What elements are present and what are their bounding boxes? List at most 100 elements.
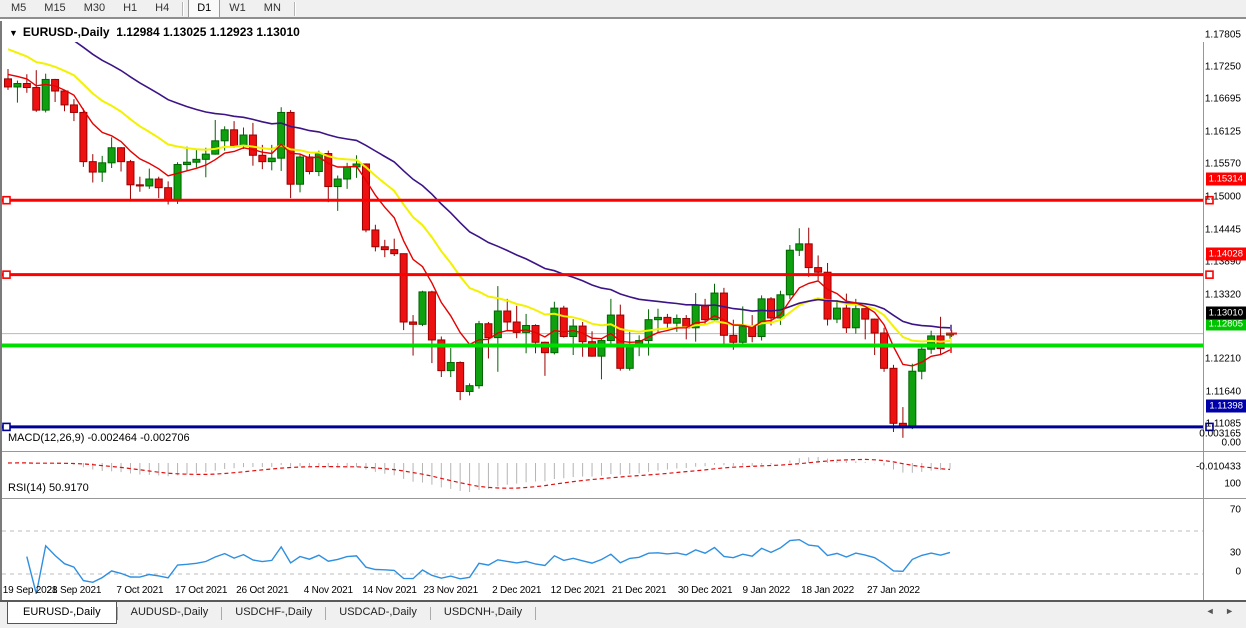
- price-axis-label: 1.11640: [1206, 386, 1241, 397]
- candle-body: [362, 164, 369, 230]
- line-anchor-square[interactable]: [1206, 271, 1213, 278]
- price-axis-label: 1.15000: [1205, 192, 1241, 203]
- date-axis-label: 28 Sep 2021: [47, 585, 102, 596]
- date-axis-label: 26 Oct 2021: [236, 585, 288, 596]
- date-axis-label: 17 Oct 2021: [175, 585, 227, 596]
- candle-body: [457, 363, 464, 392]
- candle-body: [118, 148, 125, 162]
- chart-tab-usdchfdaily[interactable]: USDCHF-,Daily: [222, 602, 325, 623]
- candle-body: [14, 83, 21, 86]
- timeframe-button-h4[interactable]: H4: [146, 0, 178, 18]
- ohlc-values: 1.12984 1.13025 1.12923 1.13010: [116, 25, 300, 39]
- tab-scroll-left-icon[interactable]: ◄: [1202, 606, 1219, 616]
- chart-canvas[interactable]: [0, 42, 1246, 621]
- price-axis-label: 1.17805: [1205, 30, 1241, 41]
- candle-body: [447, 363, 454, 371]
- chart-title: ▼ EURUSD-,Daily 1.12984 1.13025 1.12923 1…: [9, 25, 300, 39]
- chart-tab-usdcaddaily[interactable]: USDCAD-,Daily: [326, 602, 430, 623]
- candle-body: [909, 371, 916, 426]
- chart-window: [0, 21, 1246, 600]
- macd-axis-label: -0.010433: [1196, 462, 1241, 473]
- symbol-dropdown-icon[interactable]: ▼: [9, 28, 18, 38]
- timeframe-button-w1[interactable]: W1: [220, 0, 255, 18]
- timeframe-button-h1[interactable]: H1: [114, 0, 146, 18]
- candle-body: [410, 322, 417, 324]
- candle-body: [249, 135, 256, 155]
- candle-body: [523, 325, 530, 332]
- candle-body: [805, 244, 812, 268]
- candle-body: [325, 154, 332, 187]
- chart-tab-usdcnhdaily[interactable]: USDCNH-,Daily: [431, 602, 535, 623]
- candle-body: [334, 179, 341, 187]
- line-anchor-square[interactable]: [3, 271, 10, 278]
- candle-body: [664, 317, 671, 323]
- candle-body: [598, 341, 605, 357]
- candle-body: [758, 299, 765, 337]
- candle-body: [221, 130, 228, 141]
- price-axis-label: 1.14445: [1205, 224, 1241, 235]
- candle-body: [70, 105, 77, 113]
- timeframe-button-m5[interactable]: M5: [2, 0, 35, 18]
- timeframe-toolbar: M5M15M30H1H4 D1W1MN: [0, 0, 1246, 19]
- candle-body: [155, 179, 162, 188]
- candle-body: [871, 319, 878, 333]
- chart-tab-audusddaily[interactable]: AUDUSD-,Daily: [118, 602, 222, 623]
- candle-body: [202, 154, 209, 159]
- candle-body: [862, 309, 869, 319]
- date-axis-label: 2 Dec 2021: [492, 585, 541, 596]
- candle-body: [504, 311, 511, 322]
- price-axis-label: 1.16125: [1205, 127, 1241, 138]
- candle-body: [654, 317, 661, 319]
- date-axis-label: 23 Nov 2021: [423, 585, 478, 596]
- candle-body: [768, 299, 775, 318]
- chart-tab-bar: EURUSD-,DailyAUDUSD-,DailyUSDCHF-,DailyU…: [0, 600, 1246, 628]
- date-axis-label: 18 Jan 2022: [801, 585, 854, 596]
- toolbar-separator: [182, 2, 184, 16]
- candle-body: [259, 155, 266, 161]
- candle-body: [146, 179, 153, 186]
- rsi-axis-label: 100: [1224, 479, 1241, 490]
- line-anchor-square[interactable]: [3, 197, 10, 204]
- candle-body: [231, 130, 238, 146]
- candle-body: [80, 112, 87, 161]
- candle-body: [824, 272, 831, 319]
- date-axis-label: 21 Dec 2021: [612, 585, 667, 596]
- price-axis-label: 1.16695: [1205, 94, 1241, 105]
- candle-body: [881, 333, 888, 368]
- candle-body: [607, 315, 614, 340]
- symbol-label: EURUSD-,Daily: [23, 25, 110, 39]
- candle-body: [626, 346, 633, 368]
- tab-scroll-arrows: ◄ ►: [1202, 606, 1238, 616]
- line-anchor-square[interactable]: [3, 423, 10, 430]
- candle-body: [730, 335, 737, 342]
- current-price-badge: 1.13010: [1206, 306, 1246, 319]
- candle-body: [852, 309, 859, 328]
- timeframe-button-m30[interactable]: M30: [75, 0, 114, 18]
- price-level-badge: 1.11398: [1206, 399, 1246, 412]
- macd-axis-label: 0.00: [1222, 438, 1241, 449]
- candle-body: [344, 167, 351, 179]
- candle-body: [268, 158, 275, 161]
- tab-separator: [535, 607, 536, 620]
- tab-scroll-right-icon[interactable]: ►: [1221, 606, 1238, 616]
- timeframe-button-mn[interactable]: MN: [255, 0, 290, 18]
- candle-body: [391, 250, 398, 254]
- macd-indicator-label: MACD(12,26,9) -0.002464 -0.002706: [8, 432, 190, 444]
- candle-body: [673, 319, 680, 324]
- date-axis-label: 9 Jan 2022: [743, 585, 791, 596]
- date-axis-label: 14 Nov 2021: [362, 585, 417, 596]
- candle-body: [476, 324, 483, 386]
- date-axis-label: 27 Jan 2022: [867, 585, 920, 596]
- candle-body: [33, 88, 40, 111]
- rsi-axis-label: 30: [1230, 548, 1241, 559]
- timeframe-button-m15[interactable]: M15: [35, 0, 74, 18]
- price-axis-label: 1.13320: [1205, 289, 1241, 300]
- chart-tab-eurusddaily[interactable]: EURUSD-,Daily: [7, 602, 117, 624]
- price-level-badge: 1.15314: [1206, 173, 1246, 186]
- price-level-badge: 1.14028: [1206, 247, 1246, 260]
- candle-body: [23, 83, 30, 87]
- price-axis-label: 1.15570: [1205, 159, 1241, 170]
- candle-body: [815, 268, 822, 273]
- timeframe-button-d1[interactable]: D1: [188, 0, 220, 18]
- date-axis-label: 12 Dec 2021: [551, 585, 606, 596]
